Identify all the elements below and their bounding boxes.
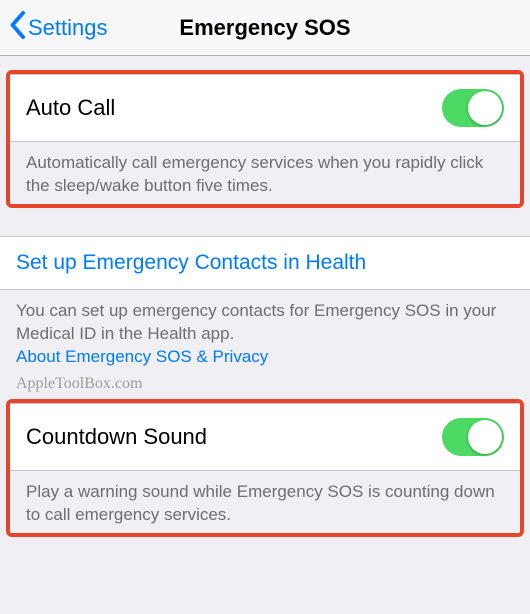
watermark: AppleToolBox.com [0,375,530,395]
toggle-knob [468,91,502,125]
auto-call-label: Auto Call [26,95,115,121]
back-label: Settings [28,15,108,41]
auto-call-toggle[interactable] [442,89,504,127]
countdown-group: Countdown Sound Play a warning sound whi… [6,399,524,537]
back-button[interactable]: Settings [8,10,108,46]
privacy-link[interactable]: About Emergency SOS & Privacy [16,347,268,366]
countdown-toggle[interactable] [442,418,504,456]
auto-call-footer: Automatically call emergency services wh… [10,142,520,204]
countdown-label: Countdown Sound [26,424,207,450]
auto-call-row[interactable]: Auto Call [10,74,520,142]
setup-contacts-link[interactable]: Set up Emergency Contacts in Health [0,236,530,290]
toggle-knob [468,420,502,454]
countdown-footer: Play a warning sound while Emergency SOS… [10,471,520,533]
nav-bar: Settings Emergency SOS [0,0,530,56]
chevron-left-icon [8,10,26,46]
setup-footer: You can set up emergency contacts for Em… [0,290,530,375]
setup-footer-text: You can set up emergency contacts for Em… [16,301,496,343]
auto-call-group: Auto Call Automatically call emergency s… [6,70,524,208]
countdown-row[interactable]: Countdown Sound [10,403,520,471]
